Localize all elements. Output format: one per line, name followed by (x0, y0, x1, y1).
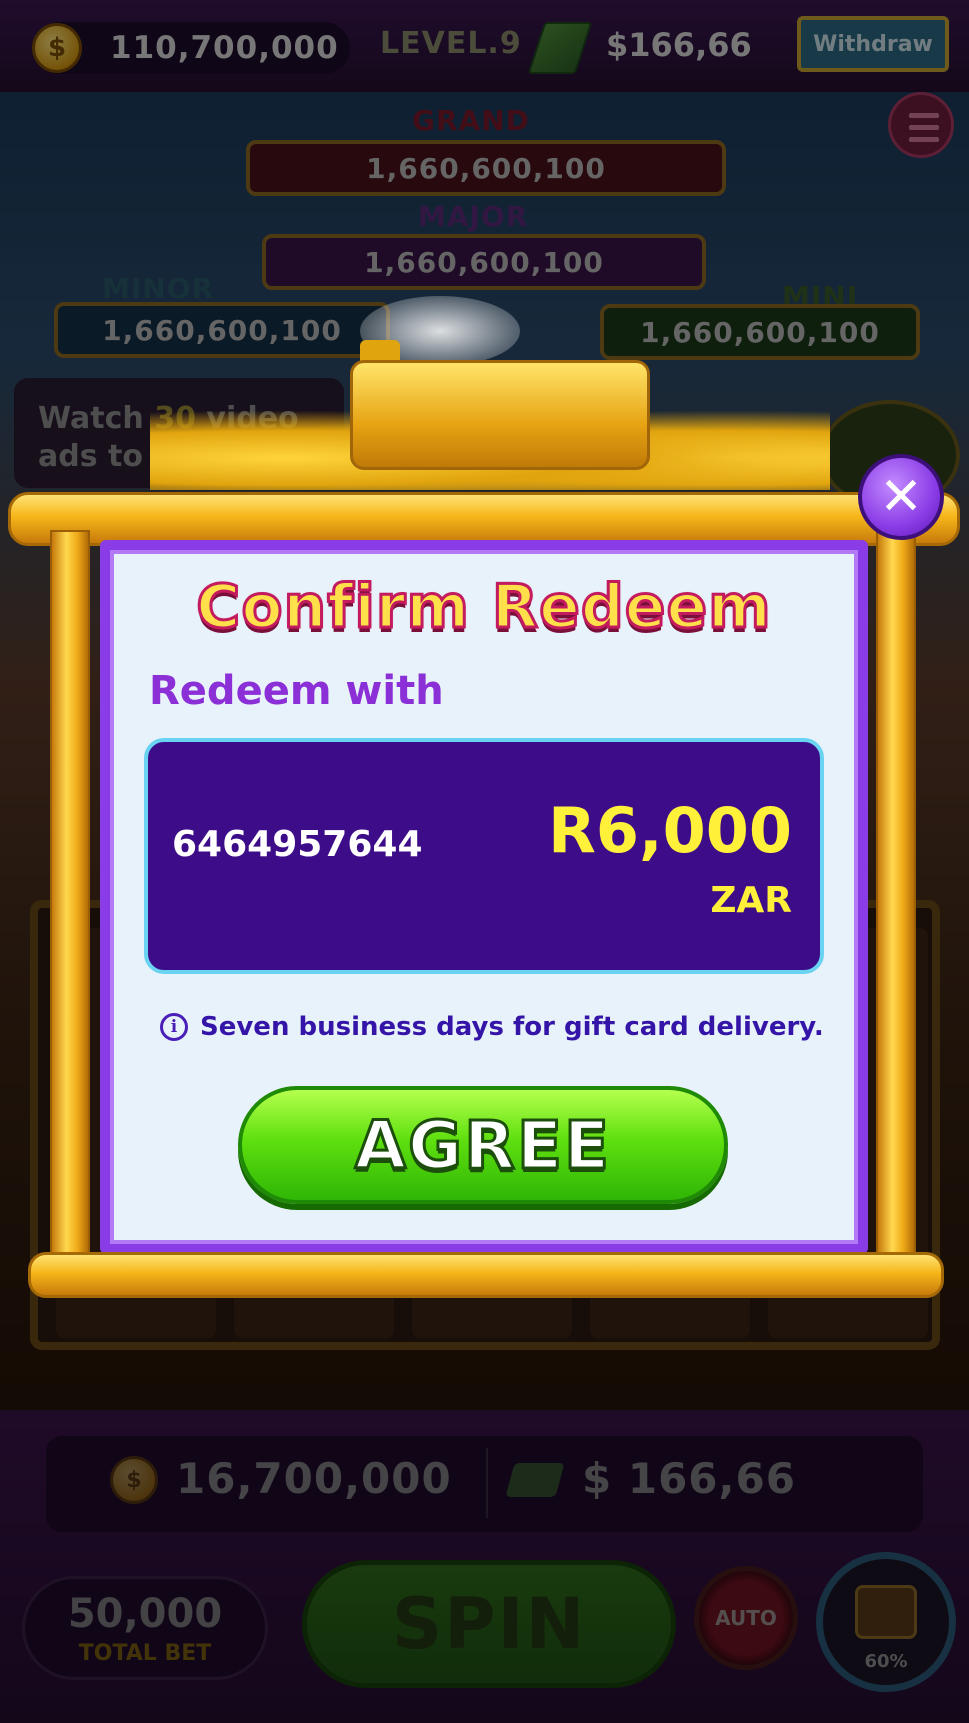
frame-left-pillar (50, 530, 90, 1270)
delivery-info-text: Seven business days for gift card delive… (200, 1012, 824, 1042)
golden-train-icon (330, 340, 670, 490)
frame-right-pillar (876, 530, 916, 1270)
currency-code: ZAR (710, 880, 792, 921)
redeem-account-card: 6464957644 R6,000 ZAR (144, 738, 824, 974)
frame-top-bar (8, 492, 960, 546)
delivery-info: i Seven business days for gift card deli… (160, 1012, 824, 1042)
account-number: 6464957644 (172, 824, 423, 865)
redeem-amount: R6,000 (548, 794, 792, 867)
close-icon: ✕ (879, 467, 923, 527)
agree-label: AGREE (353, 1105, 612, 1185)
dialog-title: Confirm Redeem (195, 571, 772, 644)
info-icon: i (160, 1013, 188, 1041)
redeem-with-label: Redeem with (149, 668, 444, 714)
frame-bottom-bar (28, 1252, 944, 1298)
agree-button[interactable]: AGREE (238, 1086, 728, 1204)
close-button[interactable]: ✕ (858, 454, 944, 540)
